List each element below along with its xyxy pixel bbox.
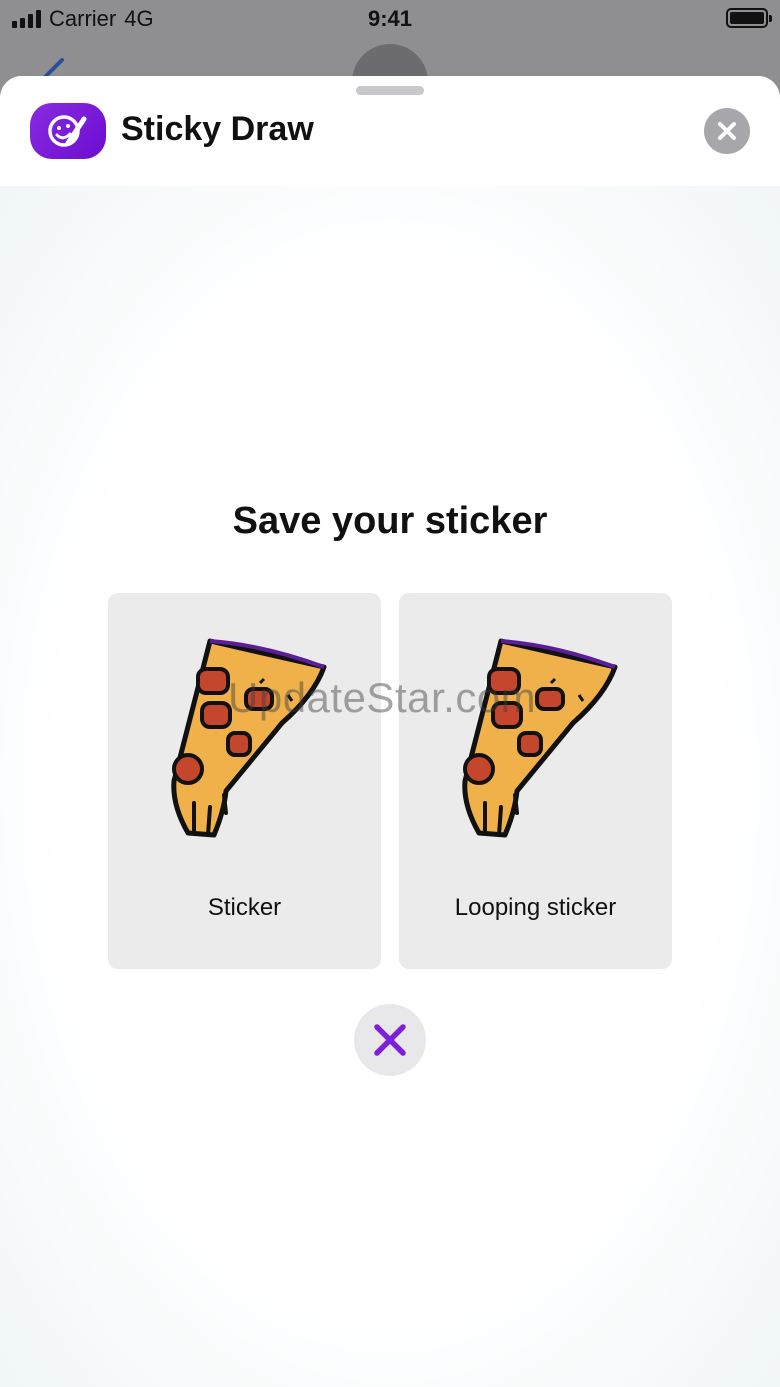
cancel-button[interactable]: [354, 1004, 426, 1076]
close-icon: [718, 122, 736, 140]
app-title: Sticky Draw: [121, 110, 314, 148]
sheet-grabber[interactable]: [356, 86, 424, 95]
pizza-slice-icon: [462, 638, 618, 838]
close-button[interactable]: [704, 108, 750, 154]
pizza-slice-icon: [171, 638, 327, 838]
app-logo-glyph: [48, 115, 87, 147]
looping-sticker-option-label: Looping sticker: [454, 894, 617, 921]
sticker-option[interactable]: Sticker: [108, 593, 381, 969]
sticker-option-label: Sticker: [207, 894, 282, 921]
looping-sticker-option[interactable]: Looping sticker: [399, 593, 672, 969]
save-heading: Save your sticker: [232, 500, 548, 542]
save-panel: Save your sticker Sticker Looping sticke…: [0, 186, 780, 1387]
cancel-x-icon: [374, 1024, 406, 1056]
draw-smiley-icon: [30, 103, 106, 159]
status-time: 9:41: [367, 6, 413, 31]
sticker-sheet: Sticky Draw Save your sticker Sticker Lo…: [0, 76, 780, 1387]
status-bar: Carrier 4G 9:41: [0, 0, 780, 38]
battery-icon: [726, 8, 772, 28]
